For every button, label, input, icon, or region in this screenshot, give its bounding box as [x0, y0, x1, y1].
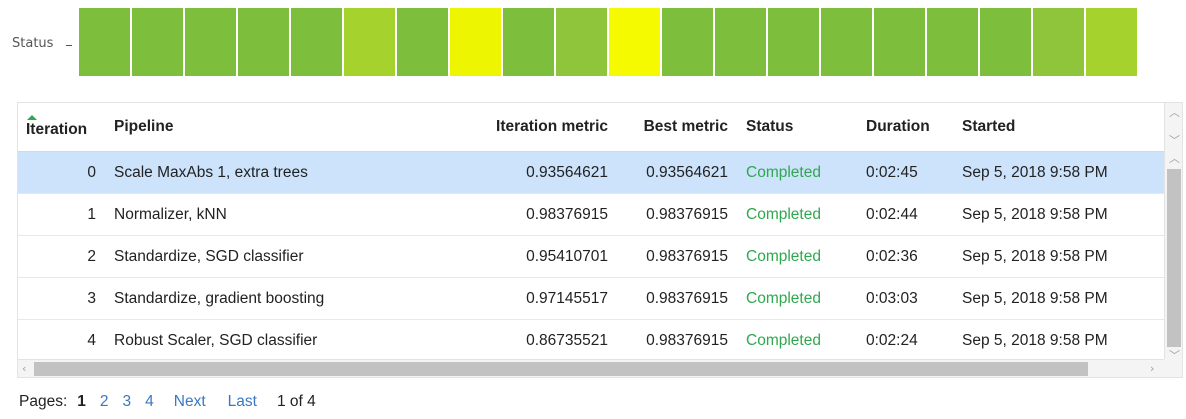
vertical-scrollbar[interactable]: ︿ ﹀ ︿ ﹀ [1164, 103, 1182, 377]
cell-status: Completed [736, 235, 856, 278]
page-link-4[interactable]: 4 [145, 393, 154, 411]
cell-duration: 0:02:36 [856, 235, 952, 278]
heatmap-cell[interactable] [662, 8, 713, 76]
page-count: 1 of 4 [276, 393, 316, 410]
heatmap-cell[interactable] [1086, 8, 1137, 76]
column-header-started[interactable]: Started [952, 103, 1165, 152]
status-axis-tick [66, 45, 72, 46]
heatmap-cell[interactable] [821, 8, 872, 76]
scroll-up-icon[interactable]: ︿ [1169, 107, 1180, 118]
table-row[interactable]: 3 Standardize, gradient boosting 0.97145… [18, 277, 1165, 320]
heatmap-cell[interactable] [609, 8, 660, 76]
status-axis-label: Status [12, 36, 54, 51]
scrollbar-corner [1164, 359, 1182, 377]
cell-best-metric: 0.98376915 [616, 319, 736, 362]
cell-iteration-metric: 0.98376915 [482, 193, 616, 236]
heatmap-cell[interactable] [874, 8, 925, 76]
cell-iteration-metric: 0.95410701 [482, 235, 616, 278]
column-header-duration[interactable]: Duration [856, 103, 952, 152]
scroll-left-icon[interactable]: ‹ [22, 363, 26, 374]
table-row[interactable]: 0 Scale MaxAbs 1, extra trees 0.93564621… [18, 151, 1165, 194]
heatmap-cell[interactable] [715, 8, 766, 76]
heatmap-cell[interactable] [980, 8, 1031, 76]
cell-iteration-metric: 0.93564621 [482, 151, 616, 194]
heatmap-cell[interactable] [344, 8, 395, 76]
cell-started: Sep 5, 2018 9:58 PM [952, 319, 1165, 362]
cell-iteration: 4 [18, 319, 104, 362]
table-header-row: Iteration Pipeline Iteration metric Best… [18, 103, 1165, 152]
heatmap-cell[interactable] [79, 8, 130, 76]
column-header-iteration[interactable]: Iteration [18, 103, 104, 152]
column-header-status[interactable]: Status [736, 103, 856, 152]
cell-pipeline: Scale MaxAbs 1, extra trees [104, 151, 482, 194]
chevron-down-icon[interactable]: ﹀ [1169, 135, 1180, 146]
heatmap-cell[interactable] [1033, 8, 1084, 76]
page-link-3[interactable]: 3 [123, 393, 132, 411]
heatmap-cell[interactable] [927, 8, 978, 76]
cell-pipeline: Robust Scaler, SGD classifier [104, 319, 482, 362]
table-row[interactable]: 4 Robust Scaler, SGD classifier 0.867355… [18, 319, 1165, 362]
cell-iteration: 0 [18, 151, 104, 194]
cell-best-metric: 0.93564621 [616, 151, 736, 194]
pagination: Pages: 1 2 3 4 Next Last 1 of 4 [19, 393, 316, 411]
cell-pipeline: Standardize, gradient boosting [104, 277, 482, 320]
page-link-2[interactable]: 2 [100, 393, 109, 411]
heatmap-cells [79, 8, 1139, 76]
cell-iteration: 1 [18, 193, 104, 236]
cell-iteration-metric: 0.86735521 [482, 319, 616, 362]
horizontal-scroll-thumb[interactable] [34, 362, 1088, 376]
pages-label: Pages: [19, 393, 68, 410]
cell-started: Sep 5, 2018 9:58 PM [952, 235, 1165, 278]
cell-duration: 0:02:45 [856, 151, 952, 194]
sort-ascending-icon [27, 115, 37, 120]
cell-pipeline: Standardize, SGD classifier [104, 235, 482, 278]
last-page-link[interactable]: Last [228, 393, 257, 411]
cell-iteration-metric: 0.97145517 [482, 277, 616, 320]
cell-started: Sep 5, 2018 9:58 PM [952, 193, 1165, 236]
runs-table-container: Iteration Pipeline Iteration metric Best… [17, 102, 1183, 378]
column-header-iteration-metric[interactable]: Iteration metric [482, 103, 616, 152]
table-row[interactable]: 2 Standardize, SGD classifier 0.95410701… [18, 235, 1165, 278]
scroll-up-icon[interactable]: ︿ [1169, 153, 1180, 164]
cell-best-metric: 0.98376915 [616, 235, 736, 278]
page-link-1[interactable]: 1 [77, 393, 86, 411]
scroll-right-icon[interactable]: › [1150, 363, 1154, 374]
cell-duration: 0:02:44 [856, 193, 952, 236]
heatmap-cell[interactable] [238, 8, 289, 76]
cell-iteration: 3 [18, 277, 104, 320]
heatmap-cell[interactable] [185, 8, 236, 76]
status-heatmap: Status [0, 0, 1186, 90]
cell-best-metric: 0.98376915 [616, 193, 736, 236]
heatmap-cell[interactable] [503, 8, 554, 76]
horizontal-scrollbar[interactable]: ‹ › [18, 359, 1165, 377]
column-header-pipeline[interactable]: Pipeline [104, 103, 482, 152]
cell-status: Completed [736, 319, 856, 362]
cell-status: Completed [736, 277, 856, 320]
vertical-scroll-thumb[interactable] [1167, 169, 1181, 347]
cell-started: Sep 5, 2018 9:58 PM [952, 151, 1165, 194]
cell-status: Completed [736, 151, 856, 194]
cell-duration: 0:03:03 [856, 277, 952, 320]
cell-iteration: 2 [18, 235, 104, 278]
next-page-link[interactable]: Next [174, 393, 206, 411]
heatmap-cell[interactable] [291, 8, 342, 76]
heatmap-cell[interactable] [132, 8, 183, 76]
heatmap-cell[interactable] [556, 8, 607, 76]
cell-status: Completed [736, 193, 856, 236]
heatmap-cell[interactable] [768, 8, 819, 76]
cell-started: Sep 5, 2018 9:58 PM [952, 277, 1165, 320]
heatmap-cell[interactable] [450, 8, 501, 76]
cell-duration: 0:02:24 [856, 319, 952, 362]
table-row[interactable]: 1 Normalizer, kNN 0.98376915 0.98376915 … [18, 193, 1165, 236]
runs-table: Iteration Pipeline Iteration metric Best… [18, 103, 1165, 362]
heatmap-cell[interactable] [397, 8, 448, 76]
column-header-best-metric[interactable]: Best metric [616, 103, 736, 152]
cell-pipeline: Normalizer, kNN [104, 193, 482, 236]
cell-best-metric: 0.98376915 [616, 277, 736, 320]
